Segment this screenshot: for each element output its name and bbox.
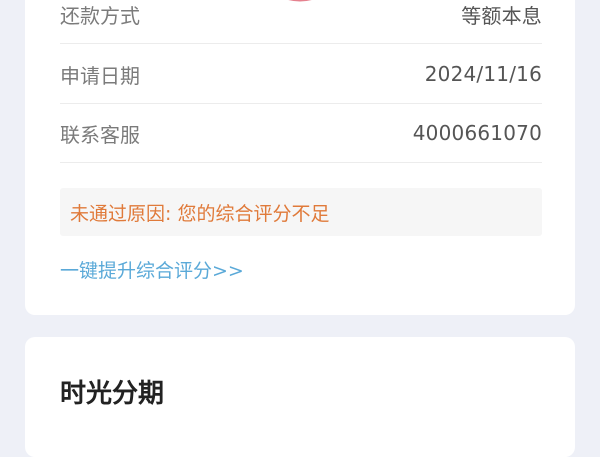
reject-reason-box: 未通过原因: 您的综合评分不足 [60,188,542,236]
improve-score-link[interactable]: 一键提升综合评分>> [60,256,244,283]
loan-status-card: 还款方式 等额本息 申请日期 2024/11/16 联系客服 400066107… [25,0,575,315]
customer-service-phone[interactable]: 4000661070 [413,121,542,145]
repayment-method-label: 还款方式 [60,3,140,28]
application-date-row: 申请日期 2024/11/16 [60,45,542,104]
installment-card-title: 时光分期 [60,379,165,409]
repayment-method-value: 等额本息 [461,3,542,28]
customer-service-row[interactable]: 联系客服 4000661070 [60,104,542,163]
application-date-label: 申请日期 [60,63,140,88]
customer-service-label: 联系客服 [60,122,140,147]
repayment-method-row: 还款方式 等额本息 [60,0,542,44]
installment-card: 时光分期 [25,337,575,457]
reject-reason-text: 未通过原因: 您的综合评分不足 [70,202,330,225]
application-date-value: 2024/11/16 [424,62,542,86]
